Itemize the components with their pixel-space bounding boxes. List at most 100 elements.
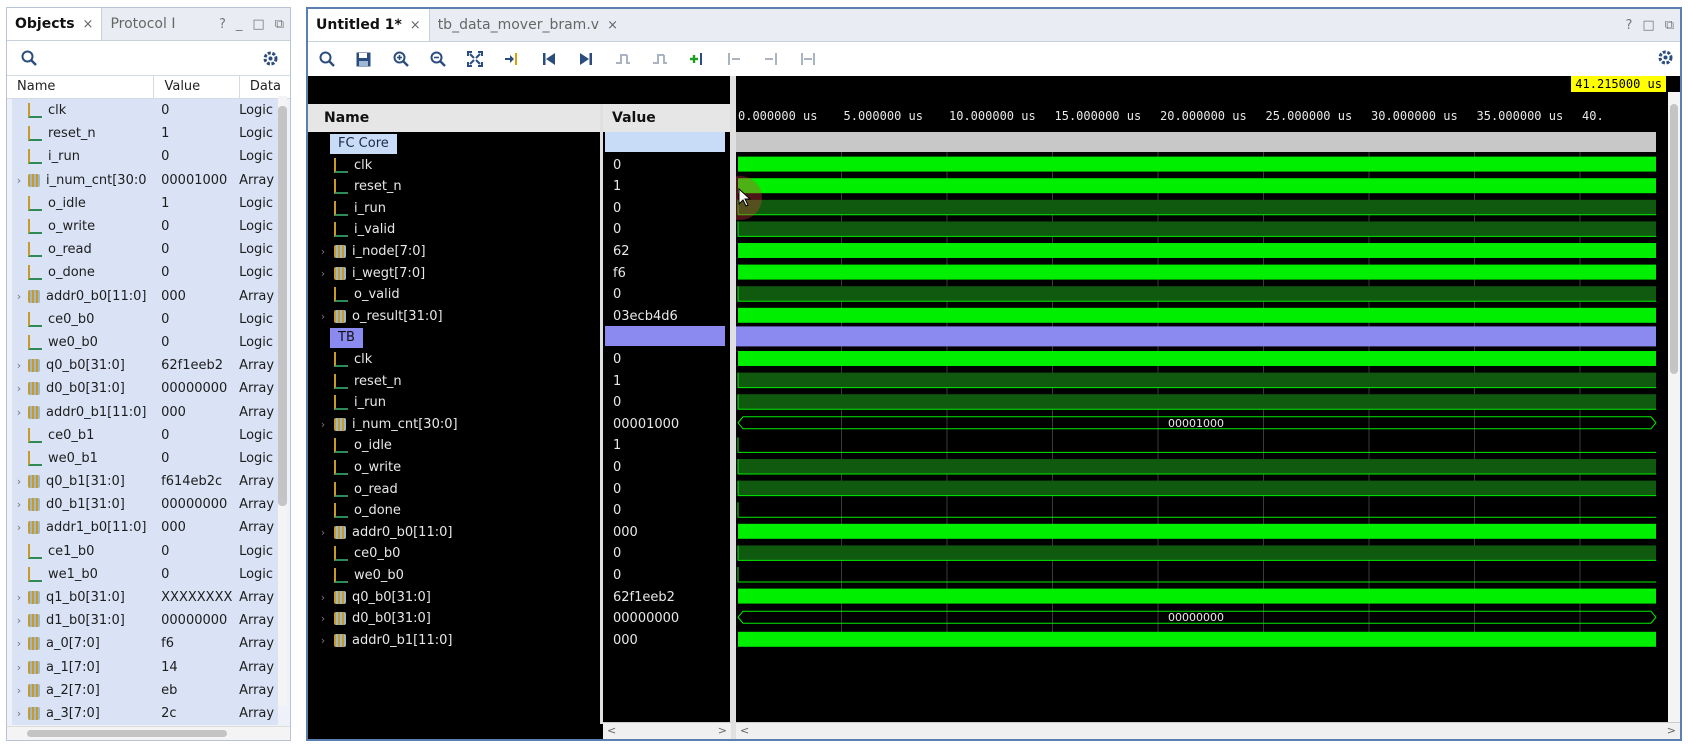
object-row[interactable]: clk 0 Logic <box>12 99 278 123</box>
object-row[interactable]: we1_b0 0 Logic <box>12 562 278 586</box>
waveform-traces[interactable]: 00001000 00000000 <box>736 76 1666 739</box>
gear-icon[interactable] <box>262 50 279 67</box>
tab-objects[interactable]: Objects × <box>7 8 103 40</box>
tab-protocol[interactable]: Protocol I <box>102 8 183 40</box>
column-divider[interactable] <box>600 104 603 724</box>
object-row[interactable]: › a_2[7:0] eb Array <box>12 678 278 702</box>
goto-cursor-icon[interactable] <box>493 44 530 74</box>
waveform-canvas[interactable]: 0.000000 us 5.000000 us 10.000000 us 15.000… <box>736 76 1666 739</box>
tab-tb-data-mover[interactable]: tb_data_mover_bram.v × <box>430 9 626 41</box>
chevron-right-icon[interactable]: › <box>316 245 330 258</box>
search-icon[interactable] <box>308 44 345 74</box>
object-row[interactable]: › d0_b0[31:0] 00000000 Array <box>12 377 278 401</box>
zoom-out-icon[interactable] <box>419 44 456 74</box>
help-icon[interactable]: ? <box>1626 18 1633 33</box>
object-row[interactable]: › a_3[7:0] 2c Array <box>12 701 278 726</box>
signal-row[interactable]: › i_wegt[7:0] <box>316 262 425 285</box>
chevron-right-icon[interactable]: › <box>316 526 330 539</box>
minimize-icon[interactable]: _ <box>236 17 243 32</box>
object-row[interactable]: › addr0_b1[11:0] 000 Array <box>12 400 278 424</box>
column-data-type[interactable]: Data <box>240 76 290 98</box>
signal-group[interactable]: TB <box>330 326 363 349</box>
chevron-right-icon[interactable]: › <box>12 498 26 511</box>
chevron-right-icon[interactable]: › <box>12 382 26 395</box>
objects-vscroll-thumb[interactable] <box>278 106 287 506</box>
close-icon[interactable]: × <box>410 18 421 33</box>
signal-row[interactable]: › o_result[31:0] <box>316 305 443 328</box>
objects-vscrollbar[interactable] <box>278 96 287 706</box>
search-icon[interactable] <box>21 50 37 66</box>
signal-row[interactable]: reset_n <box>316 370 402 393</box>
signal-row[interactable]: i_run <box>316 391 386 414</box>
object-row[interactable]: reset_n 1 Logic <box>12 122 278 146</box>
column-value[interactable]: Value <box>154 76 240 98</box>
name-column-header[interactable]: Name <box>308 104 600 132</box>
column-name[interactable]: Name <box>7 76 155 98</box>
chevron-right-icon[interactable]: › <box>12 591 26 604</box>
chevron-right-icon[interactable]: › <box>316 310 330 323</box>
chevron-right-icon[interactable]: › <box>316 418 330 431</box>
object-row[interactable]: we0_b0 0 Logic <box>12 330 278 355</box>
float-icon[interactable]: ⧉ <box>275 17 284 32</box>
chevron-right-icon[interactable]: › <box>316 634 330 647</box>
goto-end-icon[interactable] <box>567 44 604 74</box>
object-row[interactable]: ce0_b0 0 Logic <box>12 307 278 331</box>
add-marker-icon[interactable] <box>678 44 715 74</box>
signal-row[interactable]: o_valid <box>316 283 400 306</box>
chevron-right-icon[interactable]: › <box>316 612 330 625</box>
help-icon[interactable]: ? <box>219 17 226 32</box>
object-row[interactable]: › q1_b0[31:0] XXXXXXXX Array <box>12 585 278 610</box>
object-row[interactable]: › addr1_b0[11:0] 000 Array <box>12 516 278 540</box>
value-hscrollbar[interactable]: < > <box>603 722 731 739</box>
gear-icon[interactable] <box>1657 49 1674 70</box>
close-icon[interactable]: × <box>83 17 94 32</box>
maximize-icon[interactable]: □ <box>1642 18 1654 33</box>
object-row[interactable]: › q0_b1[31:0] f614eb2c Array <box>12 470 278 494</box>
zoom-in-icon[interactable] <box>382 44 419 74</box>
chevron-right-icon[interactable]: › <box>12 475 26 488</box>
object-row[interactable]: › q0_b0[31:0] 62f1eeb2 Array <box>12 354 278 378</box>
chevron-right-icon[interactable]: › <box>12 290 26 303</box>
chevron-right-icon[interactable]: › <box>12 661 26 674</box>
signal-row[interactable]: › addr0_b0[11:0] <box>316 521 453 544</box>
signal-row[interactable]: we0_b0 <box>316 564 404 587</box>
object-row[interactable]: › addr0_b0[11:0] 000 Array <box>12 284 278 308</box>
object-row[interactable]: o_write 0 Logic <box>12 214 278 239</box>
wave-hscrollbar[interactable]: < > <box>736 722 1680 739</box>
chevron-right-icon[interactable]: › <box>12 637 26 650</box>
tab-untitled-1[interactable]: Untitled 1* × <box>308 9 430 41</box>
save-icon[interactable] <box>345 44 382 74</box>
next-transition-icon[interactable] <box>641 44 678 74</box>
zoom-fit-icon[interactable] <box>456 44 493 74</box>
chevron-right-icon[interactable]: › <box>12 707 26 720</box>
object-row[interactable]: ce0_b1 0 Logic <box>12 423 278 447</box>
signal-row[interactable]: ce0_b0 <box>316 542 400 565</box>
object-row[interactable]: o_read 0 Logic <box>12 238 278 262</box>
close-icon[interactable]: × <box>607 18 618 33</box>
object-row[interactable]: o_done 0 Logic <box>12 261 278 285</box>
signal-row[interactable]: o_idle <box>316 434 392 457</box>
chevron-right-icon[interactable]: › <box>12 684 26 697</box>
object-row[interactable]: ce1_b0 0 Logic <box>12 539 278 563</box>
object-row[interactable]: › d0_b1[31:0] 00000000 Array <box>12 493 278 517</box>
signal-row[interactable]: i_valid <box>316 218 395 241</box>
signal-row[interactable]: clk <box>316 348 372 371</box>
object-row[interactable]: o_idle 1 Logic <box>12 191 278 215</box>
signal-row[interactable]: › q0_b0[31:0] <box>316 586 431 609</box>
maximize-icon[interactable]: □ <box>252 17 264 32</box>
wave-vscrollbar[interactable] <box>1668 92 1680 722</box>
objects-hscroll-thumb[interactable] <box>27 730 227 737</box>
value-column-header[interactable]: Value <box>603 104 731 132</box>
object-row[interactable]: i_run 0 Logic <box>12 145 278 169</box>
object-row[interactable]: › i_num_cnt[30:0 00001000 Array <box>12 168 278 192</box>
object-row[interactable]: › a_0[7:0] f6 Array <box>12 632 278 656</box>
prev-transition-icon[interactable] <box>604 44 641 74</box>
signal-row[interactable]: clk <box>316 154 372 177</box>
object-row[interactable]: › a_1[7:0] 14 Array <box>12 655 278 679</box>
chevron-right-icon[interactable]: › <box>316 591 330 604</box>
next-marker-icon[interactable] <box>752 44 789 74</box>
signal-row[interactable]: › i_num_cnt[30:0] <box>316 413 458 436</box>
object-row[interactable]: we0_b1 0 Logic <box>12 446 278 470</box>
signal-row[interactable]: › d0_b0[31:0] <box>316 607 431 630</box>
signal-row[interactable]: reset_n <box>316 175 402 198</box>
